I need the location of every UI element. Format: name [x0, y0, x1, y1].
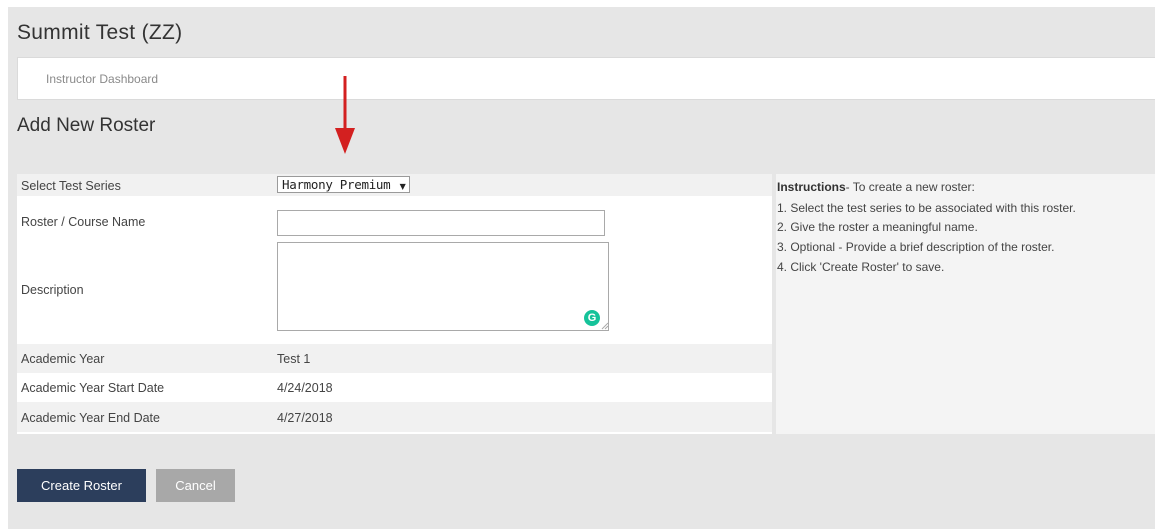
instruction-step: 3. Optional - Provide a brief descriptio… [777, 240, 1055, 254]
test-series-label: Select Test Series [21, 179, 121, 193]
section-title: Add New Roster [17, 115, 156, 136]
caret-down-icon: ▼ [399, 182, 406, 191]
roster-name-input[interactable] [277, 210, 605, 236]
row-description: Description G [17, 239, 772, 334]
create-roster-button[interactable]: Create Roster [17, 469, 146, 502]
instructions-panel: Instructions- To create a new roster: 1.… [776, 174, 1155, 434]
row-end-date: Academic Year End Date 4/27/2018 [17, 402, 772, 432]
roster-form: Select Test Series Harmony Premium ▼ Ros… [17, 174, 772, 434]
row-start-date: Academic Year Start Date 4/24/2018 [17, 373, 772, 402]
instructions-title: Instructions [777, 180, 846, 194]
instructions-heading: Instructions- To create a new roster: [777, 180, 975, 194]
academic-year-value: Test 1 [277, 352, 311, 366]
row-test-series: Select Test Series Harmony Premium ▼ [17, 174, 772, 196]
test-series-value: Harmony Premium [282, 177, 391, 192]
instruction-step: 4. Click 'Create Roster' to save. [777, 260, 945, 274]
resize-grip-icon[interactable] [601, 322, 609, 330]
start-date-value: 4/24/2018 [277, 381, 333, 395]
roster-name-label: Roster / Course Name [21, 215, 146, 229]
down-arrow-icon [335, 76, 355, 154]
end-date-value: 4/27/2018 [277, 411, 333, 425]
description-textarea[interactable] [277, 242, 609, 331]
row-roster-name: Roster / Course Name [17, 204, 772, 240]
row-academic-year: Academic Year Test 1 [17, 344, 772, 373]
nav-item-instructor-dashboard[interactable]: Instructor Dashboard [46, 72, 158, 86]
description-label: Description [21, 283, 84, 297]
app-title: Summit Test (ZZ) [17, 21, 183, 44]
end-date-label: Academic Year End Date [21, 411, 160, 425]
cancel-button[interactable]: Cancel [156, 469, 235, 502]
grammarly-icon[interactable]: G [584, 310, 600, 326]
test-series-select[interactable]: Harmony Premium ▼ [277, 176, 411, 193]
instruction-step: 2. Give the roster a meaningful name. [777, 220, 978, 234]
instruction-step: 1. Select the test series to be associat… [777, 201, 1076, 215]
academic-year-label: Academic Year [21, 352, 105, 366]
nav-bar: Instructor Dashboard [17, 57, 1155, 100]
instructions-intro: - To create a new roster: [845, 180, 975, 194]
start-date-label: Academic Year Start Date [21, 381, 165, 395]
